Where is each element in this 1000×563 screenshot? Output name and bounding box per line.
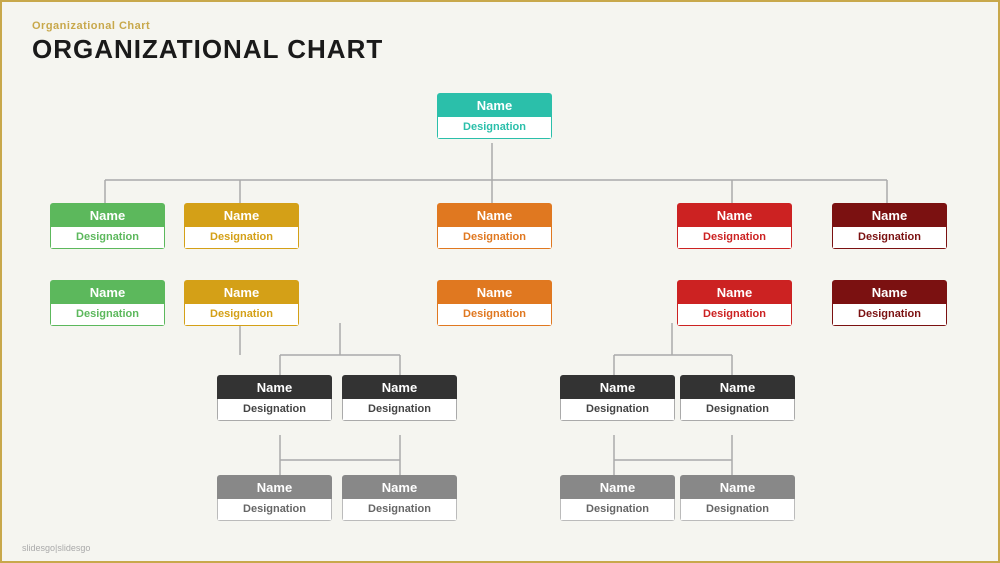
card-l3-0-name: Name xyxy=(217,375,332,399)
card-l2-1-designation: Designation xyxy=(184,304,299,326)
card-l3-3-designation: Designation xyxy=(680,399,795,421)
subtitle: Organizational Chart xyxy=(32,20,968,32)
card-l4-1: Name Designation xyxy=(342,475,457,521)
card-l2-0: Name Designation xyxy=(50,280,165,326)
card-l3-0-designation: Designation xyxy=(217,399,332,421)
card-l2-2: Name Designation xyxy=(437,280,552,326)
page: Organizational Chart ORGANIZATIONAL CHAR… xyxy=(2,2,998,561)
card-l2-4-designation: Designation xyxy=(832,304,947,326)
card-l4-2-name: Name xyxy=(560,475,675,499)
card-l2-4-name: Name xyxy=(832,280,947,304)
card-l2-1-name: Name xyxy=(184,280,299,304)
card-l1-4: Name Designation xyxy=(832,203,947,249)
card-l1-2-designation: Designation xyxy=(437,227,552,249)
card-l4-0-name: Name xyxy=(217,475,332,499)
card-l3-2-designation: Designation xyxy=(560,399,675,421)
card-l1-0-designation: Designation xyxy=(50,227,165,249)
watermark: slidesgo|slidesgo xyxy=(22,543,90,553)
card-l3-3-name: Name xyxy=(680,375,795,399)
card-l2-3-designation: Designation xyxy=(677,304,792,326)
card-l4-0-designation: Designation xyxy=(217,499,332,521)
card-l1-1-name: Name xyxy=(184,203,299,227)
card-l3-2-name: Name xyxy=(560,375,675,399)
card-l2-2-designation: Designation xyxy=(437,304,552,326)
card-root-designation: Designation xyxy=(437,117,552,139)
card-l1-0: Name Designation xyxy=(50,203,165,249)
card-l1-4-name: Name xyxy=(832,203,947,227)
card-l4-3-name: Name xyxy=(680,475,795,499)
card-l1-1-designation: Designation xyxy=(184,227,299,249)
card-l2-4: Name Designation xyxy=(832,280,947,326)
card-l1-2-name: Name xyxy=(437,203,552,227)
card-l3-2: Name Designation xyxy=(560,375,675,421)
card-l4-1-name: Name xyxy=(342,475,457,499)
card-l3-1-designation: Designation xyxy=(342,399,457,421)
card-l1-4-designation: Designation xyxy=(832,227,947,249)
card-l2-0-designation: Designation xyxy=(50,304,165,326)
card-l1-3-name: Name xyxy=(677,203,792,227)
card-l1-3: Name Designation xyxy=(677,203,792,249)
card-l4-3: Name Designation xyxy=(680,475,795,521)
card-l1-1: Name Designation xyxy=(184,203,299,249)
card-l1-2: Name Designation xyxy=(437,203,552,249)
card-l4-2: Name Designation xyxy=(560,475,675,521)
card-l2-1: Name Designation xyxy=(184,280,299,326)
card-root: Name Designation xyxy=(437,93,552,139)
card-l3-0: Name Designation xyxy=(217,375,332,421)
card-l1-3-designation: Designation xyxy=(677,227,792,249)
card-l4-2-designation: Designation xyxy=(560,499,675,521)
card-l3-1: Name Designation xyxy=(342,375,457,421)
card-l1-0-name: Name xyxy=(50,203,165,227)
card-l4-0: Name Designation xyxy=(217,475,332,521)
main-title: ORGANIZATIONAL CHART xyxy=(32,34,968,65)
chart-area: Name Designation Name Designation Name D… xyxy=(32,75,968,505)
card-l4-3-designation: Designation xyxy=(680,499,795,521)
card-l3-3: Name Designation xyxy=(680,375,795,421)
card-l2-3: Name Designation xyxy=(677,280,792,326)
card-l3-1-name: Name xyxy=(342,375,457,399)
card-l4-1-designation: Designation xyxy=(342,499,457,521)
card-l2-3-name: Name xyxy=(677,280,792,304)
card-l2-2-name: Name xyxy=(437,280,552,304)
card-root-name: Name xyxy=(437,93,552,117)
card-l2-0-name: Name xyxy=(50,280,165,304)
